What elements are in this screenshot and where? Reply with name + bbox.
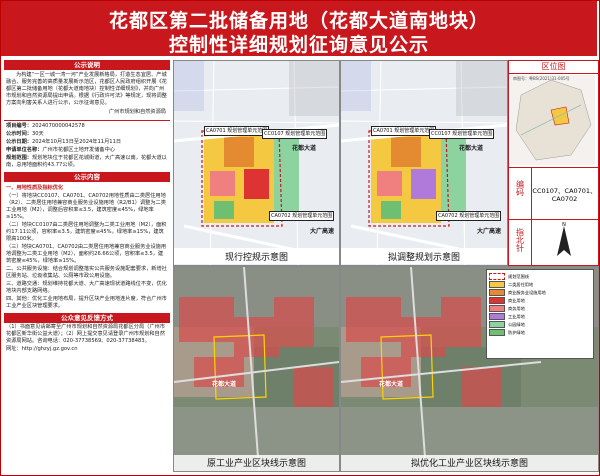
content-2-body: （二）地块CC0107由二类居住用地调整为二类工业用地（M2），面积约17.11…: [6, 222, 167, 242]
title-banner: 花都区第二批储备用地（花都大道南地块） 控制性详细规划征询意见公示: [1, 1, 597, 56]
svg-text:N: N: [562, 222, 566, 228]
proposed-plan-map: CA0701 规划管理单元范围 CC0107 规划管理单元范围 CA0702 规…: [340, 60, 508, 266]
original-industry-block-map: 花都大道 原工业产业区块线示意图: [173, 266, 340, 472]
location-heading: 区位图: [509, 61, 598, 74]
method-body: （1）书面意见请邮寄至广州市规划和自然资源局花都区分局（广州市花都区新华街公益大…: [6, 324, 165, 344]
legend-item: 二类居住用地: [489, 281, 591, 288]
title-line-1: 花都区第二批储备用地（花都大道南地块）: [108, 10, 489, 32]
info-sidebar: 区位图 审图号：粤BS(2021)31-005号 编码 CC0107、CA070…: [508, 60, 599, 266]
legend-item: 商业服务业设施用地: [489, 289, 591, 296]
north-arrow-icon: N: [557, 222, 571, 256]
original-industry-caption: 原工业产业区块线示意图: [206, 459, 306, 469]
road-label-sat: 花都大道: [212, 381, 237, 388]
parcel-label-0107: CC0107 规划管理单元范围: [262, 129, 328, 139]
legend-item: 商业用地: [489, 297, 591, 304]
notice-heading: 公示说明: [4, 60, 170, 70]
notice-period: 公示时间：30天: [6, 131, 44, 137]
applicant: 申请单位名称：广州市花都区土地开发储备中心: [6, 147, 115, 153]
legend-item: 工业用地: [489, 313, 591, 320]
divider: [4, 120, 170, 121]
north-label: 指北针: [515, 228, 525, 252]
code-values: CC0107、CA0701、 CA0702: [531, 167, 598, 220]
code-value-line-1: CC0107、CA0701、: [532, 187, 597, 195]
road-label-dayu: 大广高速: [310, 228, 335, 235]
content-3-body: （三）地块CA0701、CA0702由二类居住用地兼容商业服务业设施用地调整为二…: [6, 244, 167, 264]
content-5-body: 三、道路交通：规划维持花都大道、大广高速现状道路线位不变，优化地块内部支路网络。: [6, 281, 167, 294]
optimized-industry-caption: 拟优化工业产业区块线示意图: [410, 459, 528, 469]
notice-dates: 公示日期：2024年10月13日至2024年11月11日: [6, 139, 122, 145]
code-value-line-2: CA0702: [551, 195, 578, 203]
original-industry-svg: [174, 267, 339, 471]
legend-item: 公园绿地: [489, 321, 591, 328]
legend-item: 商务用地: [489, 305, 591, 312]
north-label-cell: 指北针: [509, 219, 532, 266]
code-label: 编码: [515, 180, 525, 196]
content-1-body: （一）将地块CC0107、CA0701、CA0702用地性质由二类居住用地（R2…: [6, 193, 166, 220]
optimized-industry-block-map: 花都大道 规划范围线 二类居住用地 商业服务业设施用地 商业用地 商务用地 工业…: [340, 266, 599, 472]
project-code: 项目编号：2024070000042578: [6, 123, 85, 129]
legend-item: 防护绿地: [489, 329, 591, 336]
plan-scope: 规划范围：规划地块位于花都区花城街道，大广高速以南，花都大道以南，总用地面积约4…: [6, 155, 167, 168]
north-arrow-cell: N: [531, 219, 598, 266]
content-6-body: 四、其他：优化工业用地布局，提升区块产业用地连片度，符合广州市工业产业区块管理要…: [6, 296, 167, 309]
proposed-plan-caption: 拟调整规划示意图: [387, 253, 460, 263]
parcel-label-0702: CA0702 规划管理单元范围: [269, 211, 335, 221]
road-label-huadu: 花都大道: [292, 145, 317, 152]
title-line-2: 控制性详细规划征询意见公示: [168, 34, 429, 56]
road-label-sat: 花都大道: [379, 381, 404, 388]
code-label-cell: 编码: [509, 167, 532, 220]
method-heading: 公众意见反馈方式: [4, 313, 170, 323]
map-legend: 规划范围线 二类居住用地 商业服务业设施用地 商业用地 商务用地 工业用地 公园…: [486, 269, 594, 359]
current-plan-map: CA0701 规划管理单元范围 CC0107 规划管理单元范围 CA0702 规…: [173, 60, 340, 266]
method-link[interactable]: 网址：http://ghzyj.gz.gov.cn: [6, 346, 168, 353]
current-plan-caption: 现行控规示意图: [224, 253, 288, 263]
legend-item: 规划范围线: [489, 273, 591, 280]
content-heading: 公示内容: [4, 172, 170, 182]
notice-issuer: 广州市规划和自然资源局: [108, 109, 166, 115]
parcel-label-0702: CA0702 规划管理单元范围: [436, 211, 502, 221]
notice-body: 为构建“一区一城一湾一河”产业发展新格局，打造生态宜居、产城融合、服务完善的高质…: [6, 72, 167, 106]
road-label-dayu: 大广高速: [477, 228, 502, 235]
parcel-label-0107: CC0107 规划管理单元范围: [429, 129, 495, 139]
content-4-body: 二、公共服务设施：结合规划调整落实公共服务设施配套要求，新增社区服务站、垃圾收集…: [6, 266, 167, 279]
notice-column: 公示说明 为构建“一区一城一湾一河”产业发展新格局，打造生态宜居、产城融合、服务…: [4, 60, 170, 470]
parcel-label-0701: CA0701 规划管理单元范围: [371, 126, 437, 136]
content-1-head: 一、用地性质及指标优化: [6, 185, 64, 191]
map-approval-no: 审图号：粤BS(2021)31-005号: [513, 76, 570, 81]
parcel-label-0701: CA0701 规划管理单元范围: [204, 126, 270, 136]
road-label-huadu: 花都大道: [459, 145, 484, 152]
location-map: 审图号：粤BS(2021)31-005号: [511, 75, 595, 165]
